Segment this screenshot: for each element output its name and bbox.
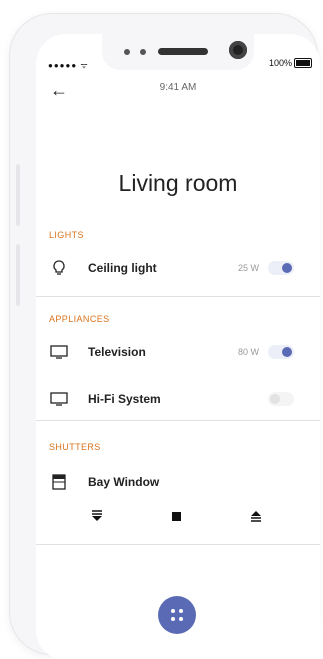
shutter-down-icon[interactable] [92, 510, 102, 525]
signal-wifi-icon: ●●●●● ᯤ [48, 61, 89, 70]
divider [36, 544, 320, 545]
device-name: Hi-Fi System [88, 392, 161, 406]
device-row-hifi-system[interactable]: Hi-Fi System [36, 387, 320, 411]
side-button [16, 164, 20, 226]
device-power: 25 W [238, 263, 260, 273]
notch [102, 34, 254, 70]
status-time: 9:41 AM [159, 82, 197, 93]
monitor-icon [50, 344, 68, 360]
shutter-up-icon[interactable] [251, 510, 261, 525]
battery-icon [294, 58, 312, 68]
speaker-grille [158, 48, 208, 55]
section-label-lights: LIGHTS [49, 230, 84, 240]
camera-icon [229, 41, 247, 59]
battery-percent: 100% [268, 58, 292, 68]
grid-dots-icon[interactable] [158, 596, 196, 634]
device-name: Ceiling light [88, 261, 157, 275]
power-toggle[interactable] [268, 345, 294, 359]
divider [36, 420, 320, 421]
divider [36, 296, 320, 297]
section-label-appliances: APPLIANCES [49, 314, 110, 324]
device-row-ceiling-light[interactable]: Ceiling light 25 W [36, 256, 320, 280]
side-button [16, 244, 20, 306]
page-title: Living room [118, 170, 238, 196]
light-bulb-icon [50, 260, 68, 276]
sensor-dot [140, 49, 146, 55]
window-shutter-icon [50, 474, 68, 490]
phone-frame: ●●●●● ᯤ 100% ← 9:41 AM Living room LIGHT… [10, 14, 320, 659]
battery-status: 100% [269, 58, 312, 68]
stop-icon[interactable] [172, 510, 182, 525]
device-name: Bay Window [88, 475, 160, 489]
sensor-dot [124, 49, 130, 55]
device-power: 80 W [238, 347, 260, 357]
power-toggle[interactable] [268, 392, 294, 406]
device-name: Television [88, 345, 146, 359]
screen: ●●●●● ᯤ 100% ← 9:41 AM Living room LIGHT… [36, 34, 320, 659]
device-row-bay-window[interactable]: Bay Window [36, 470, 320, 494]
device-row-television[interactable]: Television 80 W [36, 340, 320, 364]
power-toggle[interactable] [268, 261, 294, 275]
monitor-icon [50, 391, 68, 407]
section-label-shutters: SHUTTERS [49, 442, 101, 452]
